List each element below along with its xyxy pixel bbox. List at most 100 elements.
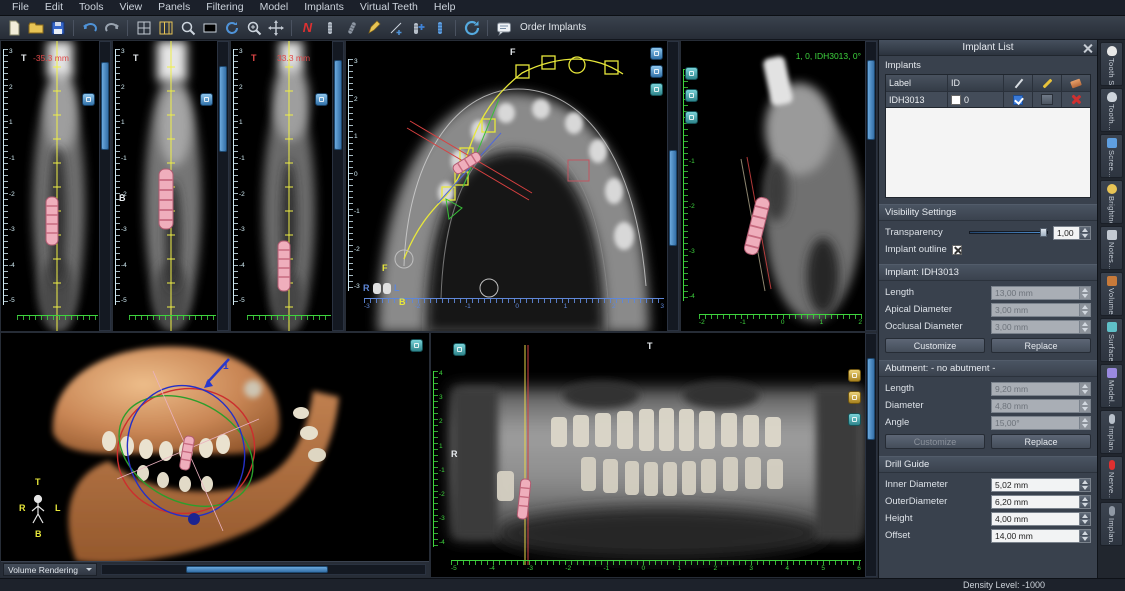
column-header-edit[interactable] [1004, 75, 1033, 91]
menu-tools[interactable]: Tools [71, 0, 112, 15]
window-level-button[interactable] [199, 17, 220, 38]
camera-button[interactable] [685, 67, 698, 80]
spinner-arrows[interactable] [1079, 479, 1090, 491]
tab-surface[interactable]: Surface... [1100, 318, 1123, 362]
tab-brightness[interactable]: Brightne... [1100, 180, 1123, 224]
refresh-button[interactable] [461, 17, 482, 38]
scrollbar[interactable] [865, 41, 877, 331]
tab-implant-list[interactable]: Implan... [1100, 502, 1123, 546]
layout-grid-button[interactable] [133, 17, 154, 38]
gizmo-handle[interactable] [188, 513, 200, 525]
volume-3d-viewport[interactable]: 1 T R L B Volume Rendering [0, 332, 430, 578]
axial-viewport[interactable]: 3210-1-2-3 -3-2-10123 F R L F B [345, 40, 680, 332]
pan-button[interactable] [265, 17, 286, 38]
save-button[interactable] [47, 17, 68, 38]
close-icon[interactable] [1083, 43, 1093, 53]
spinner-arrows[interactable] [1079, 530, 1090, 542]
implant-graphic[interactable] [46, 197, 58, 245]
camera-button[interactable] [200, 93, 213, 106]
column-header-delete[interactable] [1062, 75, 1090, 91]
menu-help[interactable]: Help [426, 0, 464, 15]
scrollbar-thumb[interactable] [867, 358, 875, 440]
outer-diameter-spinbox[interactable]: 6,20 mm [991, 495, 1091, 509]
settings-button[interactable] [685, 111, 698, 124]
render-mode-select[interactable]: Volume Rendering [3, 563, 97, 576]
zoom-extents-button[interactable] [243, 17, 264, 38]
open-file-button[interactable] [25, 17, 46, 38]
tab-volume[interactable]: Volume... [1100, 272, 1123, 316]
menu-file[interactable]: File [4, 0, 37, 15]
scrollbar[interactable] [99, 41, 111, 331]
layout-button[interactable] [685, 89, 698, 102]
cross-section-viewport-2[interactable]: 321-1-2-3-4-5 T B [112, 40, 230, 332]
tab-notes[interactable]: Notes... [1100, 226, 1123, 270]
scrollbar[interactable] [865, 333, 877, 577]
transparency-slider[interactable] [969, 227, 1048, 238]
cross-section-viewport-1[interactable]: 321-1-2-3-4-5 T -35.3 mm [0, 40, 112, 332]
delete-implant-icon[interactable] [1071, 94, 1082, 105]
nerve-tool-button[interactable]: N [297, 17, 318, 38]
render-threshold-slider[interactable] [101, 564, 426, 575]
implant-vertical-button[interactable] [319, 17, 340, 38]
menu-filtering[interactable]: Filtering [198, 0, 251, 15]
camera-button[interactable] [82, 93, 95, 106]
reset-rotation-button[interactable] [221, 17, 242, 38]
column-header-label[interactable]: Label [886, 75, 948, 91]
camera-button[interactable] [453, 343, 466, 356]
order-implants-button[interactable] [493, 17, 514, 38]
tab-implant[interactable]: Implan... [1100, 410, 1123, 454]
density-profile-button[interactable] [363, 17, 384, 38]
menu-implants[interactable]: Implants [296, 0, 352, 15]
drill-guide-button[interactable] [848, 369, 861, 382]
visible-checkbox[interactable] [1013, 95, 1023, 105]
spinner-arrows[interactable] [1079, 496, 1090, 508]
inner-diameter-spinbox[interactable]: 5,02 mm [991, 478, 1091, 492]
tab-screenshot[interactable]: Scree... [1100, 134, 1123, 178]
add-implant-button[interactable] [407, 17, 428, 38]
slider-thumb[interactable] [186, 566, 328, 573]
implant-list-empty-area[interactable] [885, 108, 1091, 198]
implant-table-row[interactable]: IDH3013 0 [886, 91, 1090, 107]
height-spinbox[interactable]: 4,00 mm [991, 512, 1091, 526]
implant-angled-button[interactable] [341, 17, 362, 38]
cross-section-viewport-3[interactable]: 321-1-2-3-4-5 T 33.3 mm [230, 40, 345, 332]
scrollbar[interactable] [667, 41, 679, 331]
menu-edit[interactable]: Edit [37, 0, 71, 15]
layout-button[interactable] [650, 65, 663, 78]
add-measure-button[interactable] [385, 17, 406, 38]
tab-tooth[interactable]: Tooth... [1100, 88, 1123, 132]
implant-customize-button[interactable]: Customize [885, 338, 985, 353]
menu-view[interactable]: View [112, 0, 151, 15]
implant-graphic[interactable] [159, 169, 173, 229]
export-button[interactable] [848, 391, 861, 404]
zoom-button[interactable] [177, 17, 198, 38]
column-header-id[interactable]: ID [948, 75, 1004, 91]
column-header-rename[interactable] [1033, 75, 1062, 91]
scrollbar-thumb[interactable] [101, 62, 109, 150]
slider-thumb[interactable] [1040, 228, 1047, 237]
edit-implant-button[interactable] [1041, 94, 1053, 105]
camera-button[interactable] [650, 47, 663, 60]
layout-columns-button[interactable] [155, 17, 176, 38]
scrollbar-thumb[interactable] [219, 66, 227, 152]
scrollbar[interactable] [217, 41, 229, 331]
redo-button[interactable] [101, 17, 122, 38]
menu-virtual-teeth[interactable]: Virtual Teeth [352, 0, 426, 15]
scrollbar-thumb[interactable] [867, 60, 875, 140]
undo-button[interactable] [79, 17, 100, 38]
scrollbar-thumb[interactable] [334, 60, 342, 150]
tab-model[interactable]: Model... [1100, 364, 1123, 408]
abutment-replace-button[interactable]: Replace [991, 434, 1091, 449]
implant-outline-checkbox[interactable] [952, 245, 962, 255]
offset-spinbox[interactable]: 14,00 mm [991, 529, 1091, 543]
implant-replace-button[interactable]: Replace [991, 338, 1091, 353]
transparency-value-spinbox[interactable]: 1,00 [1053, 226, 1091, 240]
tab-nerve[interactable]: Nerve... [1100, 456, 1123, 500]
id-checkbox[interactable] [951, 95, 961, 105]
panoramic-viewport[interactable]: 4321-1-2-3-4 -5-4-3-2-10123456 T R [430, 332, 878, 578]
settings-button[interactable] [650, 83, 663, 96]
camera-button[interactable] [315, 93, 328, 106]
tab-tooth-selection[interactable]: Tooth Se... [1100, 42, 1123, 86]
oblique-section-viewport[interactable]: 10-1-2-3-4 -2-1012 1, 0, IDH3013, 0° [680, 40, 878, 332]
rotate-view-button[interactable] [410, 339, 423, 352]
